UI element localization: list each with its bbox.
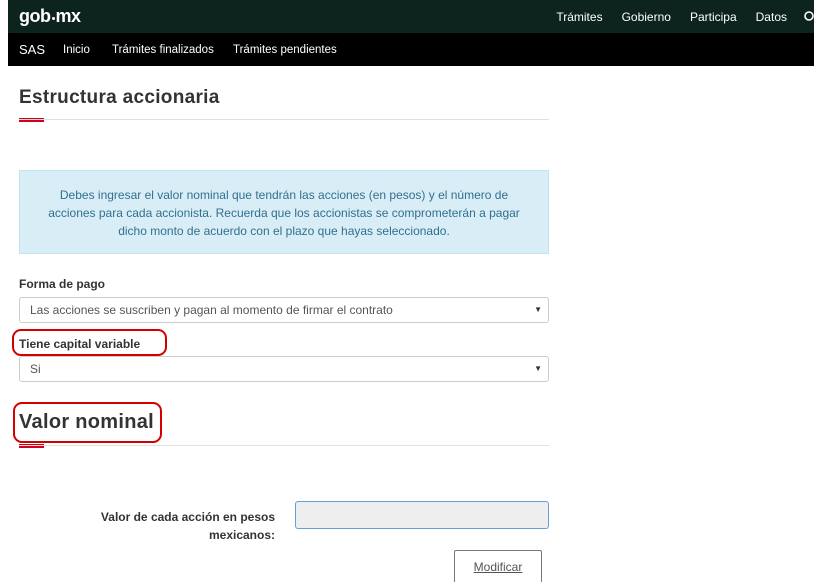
- valor-accion-input[interactable]: [295, 501, 549, 529]
- forma-pago-label: Forma de pago: [19, 277, 106, 291]
- capital-variable-value: Si: [30, 362, 41, 376]
- capital-variable-select[interactable]: Si ▼: [19, 356, 549, 382]
- page-title: Estructura accionaria: [19, 87, 220, 108]
- app-name[interactable]: SAS: [19, 42, 45, 57]
- gobmx-logo[interactable]: gob mx: [19, 6, 81, 27]
- valor-nominal-highlight: [13, 402, 162, 443]
- search-icon[interactable]: [802, 10, 814, 24]
- info-alert: Debes ingresar el valor nominal que tend…: [19, 170, 549, 254]
- nav-gobierno[interactable]: Gobierno: [622, 10, 671, 26]
- modify-button[interactable]: Modificar: [454, 550, 542, 582]
- nav-datos[interactable]: Datos: [756, 10, 787, 26]
- subnav-tramites-pendientes[interactable]: Trámites pendientes: [233, 44, 337, 56]
- top-header: gob mx Trámites Gobierno Participa Datos: [8, 0, 814, 33]
- nav-tramites[interactable]: Trámites: [556, 10, 602, 26]
- brand-mx: mx: [55, 6, 82, 26]
- valor-accion-label: Valor de cada acción en pesos mexicanos:: [100, 510, 275, 542]
- chevron-down-icon: ▼: [534, 364, 542, 373]
- subnav-inicio[interactable]: Inicio: [63, 44, 90, 56]
- forma-pago-select[interactable]: Las acciones se suscriben y pagan al mom…: [19, 297, 549, 323]
- title-divider: [19, 119, 549, 120]
- forma-pago-value: Las acciones se suscriben y pagan al mom…: [30, 303, 393, 317]
- chevron-down-icon: ▼: [534, 305, 542, 314]
- brand-gob: gob: [19, 6, 51, 26]
- secondary-nav: SAS Inicio Trámites finalizados Trámites…: [8, 33, 814, 66]
- top-nav: Trámites Gobierno Participa Datos: [537, 10, 814, 26]
- section-divider: [19, 445, 549, 446]
- subnav-tramites-finalizados[interactable]: Trámites finalizados: [112, 44, 214, 56]
- nav-participa[interactable]: Participa: [690, 10, 737, 26]
- capital-variable-highlight: [12, 329, 167, 356]
- brand-dot: [51, 17, 55, 20]
